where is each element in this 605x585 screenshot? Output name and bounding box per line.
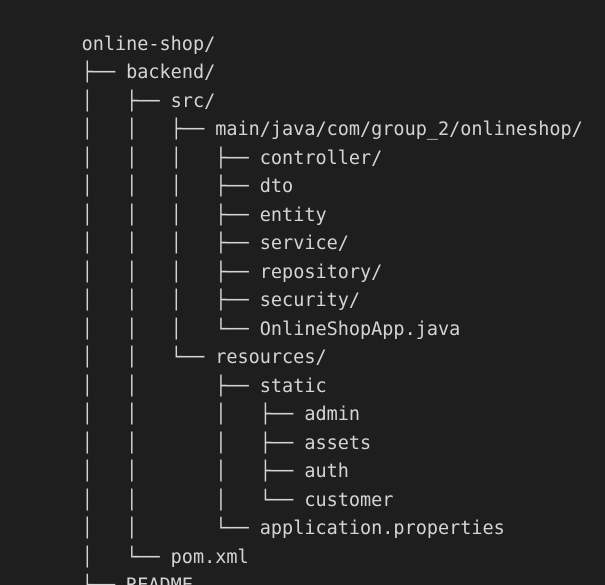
tree-root: online-shop/ [37, 2, 216, 55]
tree-line-label: README. [126, 575, 204, 585]
tree-line: │ │ │ ├── security/ [37, 259, 360, 311]
tree-line: │ │ │ ├── admin [37, 373, 360, 425]
tree-line: ├── backend/ [37, 31, 216, 83]
tree-line: │ │ └── resources/ [37, 316, 327, 368]
tree-line-prefix: └── [82, 575, 127, 585]
tree-line: │ │ └── application.properties [37, 487, 505, 539]
file-tree: online-shop/ ├── backend/ │ ├── src/ │ │… [0, 0, 605, 585]
tree-line: │ │ ├── static [37, 344, 327, 397]
tree-line: │ │ ├── main/java/com/group_2/onlineshop… [37, 88, 583, 140]
tree-line: │ │ │ ├── assets [37, 401, 372, 454]
tree-line: │ │ │ └── OnlineShopApp.java [37, 287, 461, 340]
tree-line: │ │ │ ├── entity [37, 173, 327, 226]
tree-line-label: application.properties [259, 518, 505, 539]
tree-line: │ │ │ ├── auth [37, 430, 349, 482]
tree-line: │ └── pom.xml [37, 515, 249, 568]
tree-line: │ │ │ ├── controller/ [37, 116, 383, 169]
tree-line: │ │ │ ├── repository/ [37, 230, 383, 283]
tree-line: │ │ │ ├── service/ [37, 202, 349, 254]
tree-line: │ │ │ └── customer [37, 458, 394, 511]
tree-line: │ │ │ ├── dto [37, 145, 294, 197]
tree-line: └── README. [37, 544, 205, 585]
tree-line: │ ├── src/ [37, 59, 216, 112]
